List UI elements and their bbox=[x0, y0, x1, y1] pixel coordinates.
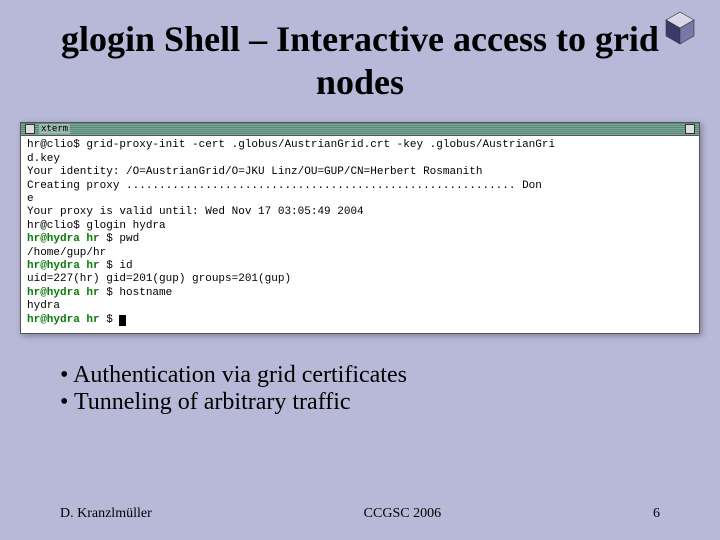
terminal-line: hydra bbox=[27, 300, 693, 313]
terminal-line: hr@clio$ glogin hydra bbox=[27, 220, 693, 233]
terminal-line: hr@clio$ grid-proxy-init -cert .globus/A… bbox=[27, 139, 693, 152]
terminal-line: uid=227(hr) gid=201(gup) groups=201(gup) bbox=[27, 273, 693, 286]
terminal-line: Creating proxy .........................… bbox=[27, 180, 693, 193]
terminal-line: hr@hydra hr $ id bbox=[27, 260, 693, 273]
list-item: Authentication via grid certificates bbox=[60, 362, 660, 389]
terminal-line: /home/gup/hr bbox=[27, 247, 693, 260]
cube-logo bbox=[660, 8, 700, 48]
slide-title: glogin Shell – Interactive access to gri… bbox=[0, 0, 720, 114]
terminal-body: hr@clio$ grid-proxy-init -cert .globus/A… bbox=[20, 136, 700, 334]
terminal-window: xterm hr@clio$ grid-proxy-init -cert .gl… bbox=[20, 122, 700, 334]
slide-footer: D. Kranzlmüller CCGSC 2006 6 bbox=[0, 506, 720, 522]
terminal-titlebar: xterm bbox=[20, 122, 700, 136]
terminal-line: Your identity: /O=AustrianGrid/O=JKU Lin… bbox=[27, 166, 693, 179]
terminal-line: hr@hydra hr $ pwd bbox=[27, 233, 693, 246]
window-max-icon bbox=[685, 124, 695, 134]
terminal-line: d.key bbox=[27, 153, 693, 166]
window-sysmenu-icon bbox=[25, 124, 35, 134]
terminal-line: hr@hydra hr $ bbox=[27, 314, 693, 327]
footer-venue: CCGSC 2006 bbox=[364, 506, 441, 522]
terminal-line: Your proxy is valid until: Wed Nov 17 03… bbox=[27, 206, 693, 219]
list-item: Tunneling of arbitrary traffic bbox=[60, 389, 660, 416]
footer-author: D. Kranzlmüller bbox=[60, 506, 152, 522]
cursor-icon bbox=[119, 315, 126, 326]
footer-page: 6 bbox=[653, 506, 660, 522]
terminal-line: e bbox=[27, 193, 693, 206]
bullet-list: Authentication via grid certificates Tun… bbox=[60, 362, 660, 416]
terminal-line: hr@hydra hr $ hostname bbox=[27, 287, 693, 300]
terminal-title-label: xterm bbox=[39, 124, 70, 134]
